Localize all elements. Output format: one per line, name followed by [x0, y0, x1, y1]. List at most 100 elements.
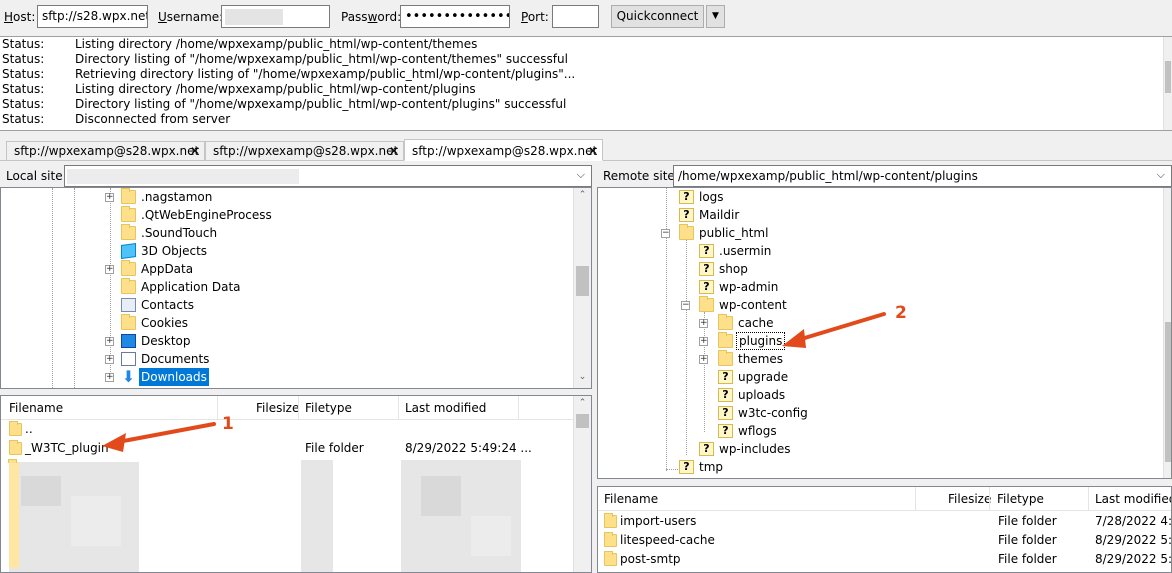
chevron-up-icon[interactable]: ⌃: [574, 398, 591, 408]
tree-item[interactable]: Contacts: [121, 296, 421, 314]
quickconnect-dropdown-button[interactable]: ▼: [706, 5, 725, 28]
local-tree-scrollbar-thumb[interactable]: [576, 266, 589, 296]
tree-item-selected[interactable]: + ⬇ Downloads: [105, 367, 421, 386]
tree-item[interactable]: + Documents: [105, 350, 421, 368]
expand-icon[interactable]: +: [105, 193, 114, 202]
unknown-folder-icon: ?: [718, 424, 733, 438]
documents-icon: [121, 352, 136, 366]
folder-icon: [121, 188, 136, 204]
tree-item[interactable]: ? w3tc-config: [718, 404, 1018, 422]
column-last-modified[interactable]: Last modified: [405, 401, 486, 415]
local-tree-scrollbar[interactable]: ⌃ ⌄: [573, 188, 591, 388]
tab-connection-1[interactable]: sftp://wpxexamp@s28.wpx.net ✕: [6, 141, 205, 161]
expand-icon[interactable]: +: [105, 355, 114, 364]
column-filesize[interactable]: Filesize: [256, 401, 299, 415]
remote-site-combo[interactable]: /home/wpxexamp/public_html/wp-content/pl…: [673, 165, 1172, 187]
file-row[interactable]: import-users File folder 7/28/2022 4:5: [604, 512, 1171, 531]
local-tree[interactable]: + .nagstamon .QtWebEngineProcess .SoundT…: [0, 187, 592, 389]
tree-item[interactable]: 3D Objects: [121, 242, 421, 260]
chevron-down-icon: ⌵: [1156, 168, 1165, 181]
tree-item[interactable]: + themes: [699, 350, 1018, 368]
host-input[interactable]: sftp://s28.wpx.net: [37, 5, 148, 28]
tree-item[interactable]: Application Data: [121, 278, 421, 296]
expand-icon[interactable]: +: [105, 373, 114, 382]
folder-icon: [718, 314, 733, 330]
unknown-folder-icon: ?: [718, 388, 733, 402]
column-filesize[interactable]: Filesize: [948, 492, 991, 506]
collapse-icon[interactable]: −: [681, 301, 690, 310]
tree-item[interactable]: ? uploads: [718, 386, 1018, 404]
tree-item[interactable]: ? upgrade: [718, 368, 1018, 386]
tree-item[interactable]: .QtWebEngineProcess: [121, 206, 421, 224]
local-list-scrollbar-thumb[interactable]: [576, 414, 589, 428]
column-filetype[interactable]: Filetype: [997, 492, 1044, 506]
remote-tree-scrollbar-thumb[interactable]: [1165, 322, 1171, 462]
log-line: Status: Directory listing of "/home/wpxex…: [2, 52, 568, 66]
folder-icon: [604, 513, 617, 528]
local-list-scrollbar[interactable]: ⌃: [573, 396, 591, 572]
tree-item[interactable]: − public_html: [661, 224, 979, 242]
file-row[interactable]: post-smtp File folder 8/29/2022 5:1: [604, 550, 1171, 569]
expand-icon[interactable]: +: [699, 337, 708, 346]
remote-site-label: Remote site:: [603, 169, 679, 183]
tree-item[interactable]: ? wp-includes: [699, 440, 999, 458]
tree-item[interactable]: ? Maildir: [679, 206, 979, 224]
tree-item[interactable]: + .nagstamon: [105, 188, 421, 206]
tree-item[interactable]: Cookies: [121, 314, 421, 332]
chevron-up-icon[interactable]: ⌃: [574, 190, 591, 200]
unknown-folder-icon: ?: [718, 370, 733, 384]
file-row[interactable]: _W3TC_plugin File folder 8/29/2022 5:49:…: [9, 439, 569, 458]
port-input[interactable]: [552, 5, 599, 28]
tree-item[interactable]: ? wp-admin: [699, 278, 999, 296]
chevron-down-icon: ▼: [712, 11, 719, 21]
host-label: Host:: [4, 10, 36, 24]
tree-item[interactable]: ? .usermin: [699, 242, 999, 260]
local-file-list[interactable]: ^ Filename Filesize Filetype Last modifi…: [0, 395, 592, 573]
log-scrollbar-thumb[interactable]: [1165, 61, 1171, 93]
local-path-redacted: [67, 169, 299, 184]
column-filename[interactable]: Filename: [9, 401, 63, 415]
tree-item[interactable]: ? tmp: [679, 458, 979, 476]
unknown-folder-icon: ?: [679, 190, 694, 204]
tree-item[interactable]: .SoundTouch: [121, 224, 421, 242]
unknown-folder-icon: ?: [699, 280, 714, 294]
close-icon[interactable]: ✕: [389, 142, 399, 160]
tab-label: sftp://wpxexamp@s28.wpx.net: [412, 144, 598, 158]
username-input[interactable]: [221, 5, 330, 28]
tree-item[interactable]: ? logs: [679, 188, 979, 206]
password-input[interactable]: ••••••••••••••: [400, 5, 510, 28]
chevron-down-icon: ⌵: [576, 168, 585, 181]
log-line: Status: Listing directory /home/wpxexamp/…: [2, 82, 476, 96]
log-scrollbar[interactable]: [1163, 37, 1172, 130]
remote-tree-scrollbar[interactable]: [1163, 188, 1171, 478]
column-filetype[interactable]: Filetype: [305, 401, 352, 415]
quickconnect-button[interactable]: Quickconnect: [611, 5, 704, 28]
tab-connection-2[interactable]: sftp://wpxexamp@s28.wpx.net ✕: [205, 141, 404, 161]
cube-3d-icon: [121, 242, 136, 260]
tree-item[interactable]: ? wflogs: [718, 422, 1018, 440]
remote-file-list[interactable]: ^ Filename Filesize Filetype Last modifi…: [597, 486, 1172, 573]
column-filename[interactable]: Filename: [604, 492, 658, 506]
annotation-number: 2: [895, 303, 907, 323]
log-line: Status: Disconnected from server: [2, 112, 231, 126]
tree-item[interactable]: + AppData: [105, 260, 421, 278]
chevron-down-icon[interactable]: ⌄: [574, 372, 591, 382]
expand-icon[interactable]: +: [105, 337, 114, 346]
tab-connection-3[interactable]: sftp://wpxexamp@s28.wpx.net ✕: [404, 139, 603, 161]
column-last-modified[interactable]: Last modified: [1095, 492, 1171, 506]
expand-icon[interactable]: +: [105, 265, 114, 274]
expand-icon[interactable]: +: [699, 319, 708, 328]
close-icon[interactable]: ✕: [190, 142, 200, 160]
log-line: Status: Directory listing of "/home/wpxex…: [2, 97, 567, 111]
tree-item[interactable]: + Desktop: [105, 332, 421, 350]
close-icon[interactable]: ✕: [588, 140, 598, 162]
local-site-combo[interactable]: ⌵: [64, 165, 592, 187]
file-row[interactable]: litespeed-cache File folder 8/29/2022 5:…: [604, 531, 1171, 550]
expand-icon[interactable]: +: [699, 355, 708, 364]
tree-item[interactable]: ? shop: [699, 260, 999, 278]
folder-icon: [718, 350, 733, 366]
file-row[interactable]: ..: [9, 420, 569, 439]
collapse-icon[interactable]: −: [661, 229, 670, 238]
tab-label: sftp://wpxexamp@s28.wpx.net: [213, 144, 399, 158]
download-arrow-icon: ⬇: [121, 367, 136, 386]
